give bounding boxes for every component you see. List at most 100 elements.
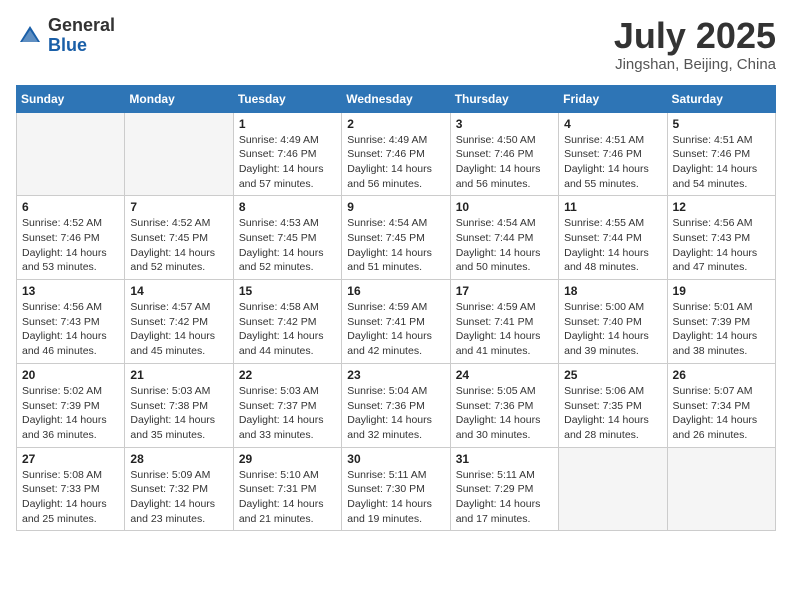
- day-number: 30: [347, 452, 444, 466]
- calendar-day-cell: 22 Sunrise: 5:03 AM Sunset: 7:37 PM Dayli…: [233, 363, 341, 447]
- day-info: Sunrise: 4:56 AM Sunset: 7:43 PM Dayligh…: [22, 300, 119, 359]
- logo: General Blue: [16, 16, 115, 56]
- calendar-day-cell: 14 Sunrise: 4:57 AM Sunset: 7:42 PM Dayli…: [125, 280, 233, 364]
- day-info: Sunrise: 5:10 AM Sunset: 7:31 PM Dayligh…: [239, 468, 336, 527]
- calendar-day-cell: 31Sunrise: 5:11 AM Sunset: 7:29 PM Dayli…: [450, 447, 558, 531]
- calendar-day-cell: 4 Sunrise: 4:51 AM Sunset: 7:46 PM Daylig…: [559, 112, 667, 196]
- calendar-day-cell: [667, 447, 775, 531]
- day-number: 28: [130, 452, 227, 466]
- location: Jingshan, Beijing, China: [614, 56, 776, 73]
- weekday-header: Wednesday: [342, 85, 450, 112]
- day-info: Sunrise: 4:57 AM Sunset: 7:42 PM Dayligh…: [130, 300, 227, 359]
- calendar-day-cell: [17, 112, 125, 196]
- day-info: Sunrise: 5:03 AM Sunset: 7:38 PM Dayligh…: [130, 384, 227, 443]
- weekday-header: Tuesday: [233, 85, 341, 112]
- calendar-day-cell: 23Sunrise: 5:04 AM Sunset: 7:36 PM Dayli…: [342, 363, 450, 447]
- weekday-header: Monday: [125, 85, 233, 112]
- day-info: Sunrise: 4:50 AM Sunset: 7:46 PM Dayligh…: [456, 133, 553, 192]
- day-number: 14: [130, 284, 227, 298]
- calendar-day-cell: 1 Sunrise: 4:49 AM Sunset: 7:46 PM Daylig…: [233, 112, 341, 196]
- day-number: 31: [456, 452, 553, 466]
- day-info: Sunrise: 4:56 AM Sunset: 7:43 PM Dayligh…: [673, 216, 770, 275]
- day-info: Sunrise: 4:54 AM Sunset: 7:44 PM Dayligh…: [456, 216, 553, 275]
- day-number: 2: [347, 117, 444, 131]
- calendar-day-cell: 5 Sunrise: 4:51 AM Sunset: 7:46 PM Daylig…: [667, 112, 775, 196]
- day-number: 26: [673, 368, 770, 382]
- day-info: Sunrise: 5:03 AM Sunset: 7:37 PM Dayligh…: [239, 384, 336, 443]
- calendar-day-cell: 7 Sunrise: 4:52 AM Sunset: 7:45 PM Daylig…: [125, 196, 233, 280]
- day-number: 8: [239, 200, 336, 214]
- day-number: 5: [673, 117, 770, 131]
- day-info: Sunrise: 4:52 AM Sunset: 7:45 PM Dayligh…: [130, 216, 227, 275]
- day-number: 12: [673, 200, 770, 214]
- day-info: Sunrise: 4:58 AM Sunset: 7:42 PM Dayligh…: [239, 300, 336, 359]
- calendar-table: SundayMondayTuesdayWednesdayThursdayFrid…: [16, 85, 776, 532]
- day-info: Sunrise: 5:09 AM Sunset: 7:32 PM Dayligh…: [130, 468, 227, 527]
- day-info: Sunrise: 5:02 AM Sunset: 7:39 PM Dayligh…: [22, 384, 119, 443]
- title-block: July 2025 Jingshan, Beijing, China: [614, 16, 776, 73]
- day-info: Sunrise: 4:52 AM Sunset: 7:46 PM Dayligh…: [22, 216, 119, 275]
- calendar-day-cell: 28 Sunrise: 5:09 AM Sunset: 7:32 PM Dayli…: [125, 447, 233, 531]
- day-number: 19: [673, 284, 770, 298]
- day-number: 23: [347, 368, 444, 382]
- calendar-day-cell: 9Sunrise: 4:54 AM Sunset: 7:45 PM Daylig…: [342, 196, 450, 280]
- day-info: Sunrise: 4:54 AM Sunset: 7:45 PM Dayligh…: [347, 216, 444, 275]
- day-number: 4: [564, 117, 661, 131]
- month-title: July 2025: [614, 16, 776, 56]
- day-info: Sunrise: 5:11 AM Sunset: 7:30 PM Dayligh…: [347, 468, 444, 527]
- day-number: 24: [456, 368, 553, 382]
- calendar-day-cell: 10Sunrise: 4:54 AM Sunset: 7:44 PM Dayli…: [450, 196, 558, 280]
- weekday-header: Saturday: [667, 85, 775, 112]
- day-number: 11: [564, 200, 661, 214]
- calendar-day-cell: 15 Sunrise: 4:58 AM Sunset: 7:42 PM Dayli…: [233, 280, 341, 364]
- day-info: Sunrise: 5:01 AM Sunset: 7:39 PM Dayligh…: [673, 300, 770, 359]
- page-header: General Blue July 2025 Jingshan, Beijing…: [16, 16, 776, 73]
- calendar-day-cell: 11 Sunrise: 4:55 AM Sunset: 7:44 PM Dayli…: [559, 196, 667, 280]
- day-number: 13: [22, 284, 119, 298]
- day-info: Sunrise: 4:59 AM Sunset: 7:41 PM Dayligh…: [456, 300, 553, 359]
- day-number: 21: [130, 368, 227, 382]
- day-number: 27: [22, 452, 119, 466]
- calendar-day-cell: 6Sunrise: 4:52 AM Sunset: 7:46 PM Daylig…: [17, 196, 125, 280]
- logo-text: General Blue: [48, 16, 115, 56]
- day-info: Sunrise: 4:55 AM Sunset: 7:44 PM Dayligh…: [564, 216, 661, 275]
- day-number: 15: [239, 284, 336, 298]
- calendar-day-cell: 16 Sunrise: 4:59 AM Sunset: 7:41 PM Dayli…: [342, 280, 450, 364]
- weekday-header: Sunday: [17, 85, 125, 112]
- calendar-day-cell: 30 Sunrise: 5:11 AM Sunset: 7:30 PM Dayli…: [342, 447, 450, 531]
- calendar-day-cell: 19 Sunrise: 5:01 AM Sunset: 7:39 PM Dayli…: [667, 280, 775, 364]
- calendar-week-row: 13 Sunrise: 4:56 AM Sunset: 7:43 PM Dayli…: [17, 280, 776, 364]
- calendar-week-row: 20 Sunrise: 5:02 AM Sunset: 7:39 PM Dayli…: [17, 363, 776, 447]
- day-info: Sunrise: 5:07 AM Sunset: 7:34 PM Dayligh…: [673, 384, 770, 443]
- day-number: 20: [22, 368, 119, 382]
- day-number: 1: [239, 117, 336, 131]
- calendar-day-cell: 26 Sunrise: 5:07 AM Sunset: 7:34 PM Dayli…: [667, 363, 775, 447]
- calendar-day-cell: 24 Sunrise: 5:05 AM Sunset: 7:36 PM Dayli…: [450, 363, 558, 447]
- logo-icon: [16, 22, 44, 50]
- logo-general-text: General: [48, 15, 115, 35]
- calendar-day-cell: 18Sunrise: 5:00 AM Sunset: 7:40 PM Dayli…: [559, 280, 667, 364]
- calendar-week-row: 27 Sunrise: 5:08 AM Sunset: 7:33 PM Dayli…: [17, 447, 776, 531]
- day-info: Sunrise: 5:00 AM Sunset: 7:40 PM Dayligh…: [564, 300, 661, 359]
- calendar-week-row: 6Sunrise: 4:52 AM Sunset: 7:46 PM Daylig…: [17, 196, 776, 280]
- calendar-day-cell: 13 Sunrise: 4:56 AM Sunset: 7:43 PM Dayli…: [17, 280, 125, 364]
- day-info: Sunrise: 5:08 AM Sunset: 7:33 PM Dayligh…: [22, 468, 119, 527]
- calendar-day-cell: 27 Sunrise: 5:08 AM Sunset: 7:33 PM Dayli…: [17, 447, 125, 531]
- day-info: Sunrise: 5:05 AM Sunset: 7:36 PM Dayligh…: [456, 384, 553, 443]
- day-number: 17: [456, 284, 553, 298]
- calendar-day-cell: 12 Sunrise: 4:56 AM Sunset: 7:43 PM Dayli…: [667, 196, 775, 280]
- day-number: 22: [239, 368, 336, 382]
- day-number: 16: [347, 284, 444, 298]
- weekday-header: Friday: [559, 85, 667, 112]
- day-info: Sunrise: 4:51 AM Sunset: 7:46 PM Dayligh…: [564, 133, 661, 192]
- calendar-day-cell: 21 Sunrise: 5:03 AM Sunset: 7:38 PM Dayli…: [125, 363, 233, 447]
- calendar-week-row: 1 Sunrise: 4:49 AM Sunset: 7:46 PM Daylig…: [17, 112, 776, 196]
- weekday-header: Thursday: [450, 85, 558, 112]
- day-number: 7: [130, 200, 227, 214]
- calendar-day-cell: 3Sunrise: 4:50 AM Sunset: 7:46 PM Daylig…: [450, 112, 558, 196]
- day-info: Sunrise: 4:49 AM Sunset: 7:46 PM Dayligh…: [239, 133, 336, 192]
- day-info: Sunrise: 4:59 AM Sunset: 7:41 PM Dayligh…: [347, 300, 444, 359]
- calendar-day-cell: [559, 447, 667, 531]
- day-info: Sunrise: 4:51 AM Sunset: 7:46 PM Dayligh…: [673, 133, 770, 192]
- calendar-day-cell: 25Sunrise: 5:06 AM Sunset: 7:35 PM Dayli…: [559, 363, 667, 447]
